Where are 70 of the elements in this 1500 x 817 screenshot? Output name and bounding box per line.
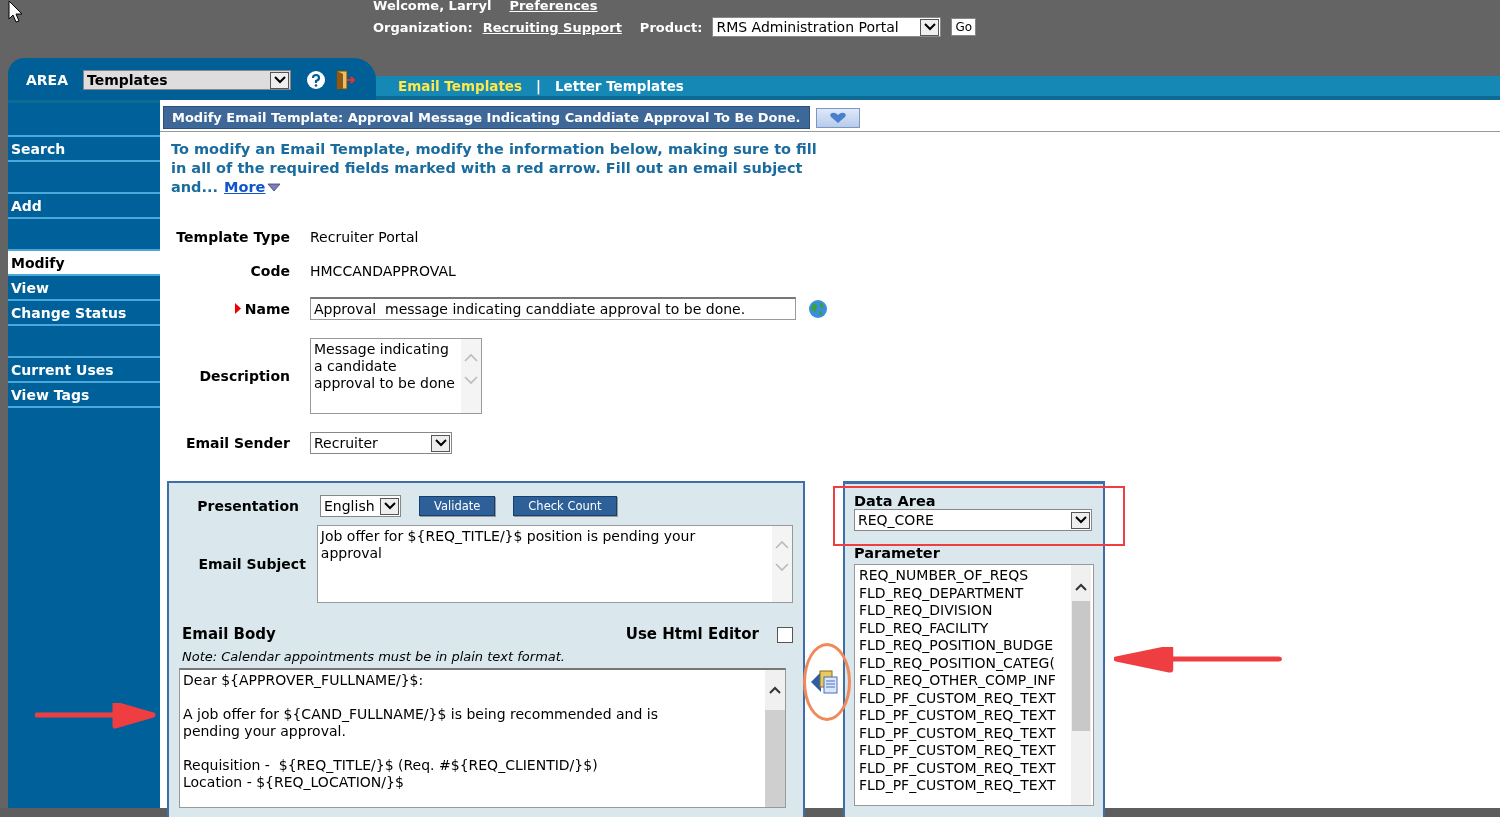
body-field[interactable]: Dear ${APPROVER_FULLNAME/}$: A job offer for ${CAND_FULLNAME/}$ is being recommended and is pending your approval. Requisition - ${REQ_TITLE/}$ (Req. #${REQ_CLIENTID/}$) Location - ${REQ_LOCATION/}$: [179, 668, 786, 808]
dropdown-button[interactable]: [380, 497, 399, 515]
more-link[interactable]: More: [224, 179, 266, 195]
scroll-up-icon[interactable]: [769, 686, 781, 694]
sender-select[interactable]: Recruiter: [310, 432, 452, 454]
nav-tab[interactable]: Letter Templates: [555, 78, 684, 94]
product-select[interactable]: RMS Administration Portal: [712, 17, 942, 37]
scrollbar-thumb[interactable]: [1072, 601, 1090, 731]
parameter-item[interactable]: FLD_REQ_FACILITY: [859, 619, 1071, 637]
field-value: HMCCANDAPPROVAL: [310, 263, 456, 279]
organization-link[interactable]: Recruiting Support: [482, 19, 622, 35]
presentation-select[interactable]: English: [320, 495, 401, 517]
chevron-down-icon: [923, 23, 936, 31]
help-icon[interactable]: [307, 71, 325, 89]
format-note: Note: Calendar appointments must be in plain text format.: [182, 649, 566, 664]
intro-text: To modify an Email Template, modify the information below, making sure to fill in all of the required fields marked with a red arrow. Fill out an email subject and... More: [171, 140, 818, 197]
dropdown-button[interactable]: [270, 71, 289, 89]
parameter-item[interactable]: FLD_PF_CUSTOM_REQ_TEXT: [859, 777, 1071, 795]
presentation-label: Presentation: [196, 498, 299, 514]
exit-door-icon[interactable]: [335, 70, 355, 90]
dropdown-button[interactable]: [920, 18, 940, 36]
data-area-select[interactable]: REQ_CORE: [854, 509, 1092, 531]
field-value: Recruiter Portal: [310, 229, 419, 245]
field-label: Code: [250, 263, 290, 279]
parameter-item[interactable]: REQ_NUMBER_OF_REQS: [859, 567, 1071, 585]
nav-separator: |: [536, 78, 541, 94]
scroll-up-icon[interactable]: [1075, 583, 1087, 591]
subject-label: Email Subject: [197, 556, 306, 572]
spell-check-button[interactable]: [815, 107, 860, 128]
html-editor-checkbox[interactable]: [777, 626, 793, 643]
welcome-text: Welcome, Larryl: [373, 0, 492, 13]
triangle-down-icon[interactable]: [267, 183, 282, 192]
chevron-down-icon: [434, 439, 447, 447]
parameter-item[interactable]: FLD_REQ_POSITION_BUDGE: [859, 637, 1071, 655]
chevron-down-icon: [383, 502, 396, 510]
preferences-link[interactable]: Preferences: [509, 0, 598, 13]
field-label: Name: [244, 300, 290, 317]
field-label: Template Type: [176, 229, 290, 245]
cursor-icon: [8, 0, 24, 24]
globe-icon[interactable]: [808, 298, 828, 319]
field-label: Description: [199, 368, 290, 384]
parameter-item[interactable]: FLD_PF_CUSTOM_REQ_TEXT: [859, 759, 1071, 777]
field-label: Email Sender: [185, 435, 290, 451]
name-field[interactable]: Approval message indicating canddiate approval to be done.: [310, 297, 796, 320]
data-area-label: Data Area: [854, 493, 937, 509]
parameter-item[interactable]: FLD_PF_CUSTOM_REQ_TEXT: [859, 742, 1071, 760]
parameter-item[interactable]: FLD_REQ_POSITION_CATEG(: [859, 654, 1071, 672]
body-label: Email Body: [182, 625, 276, 643]
go-button[interactable]: Go: [951, 18, 977, 36]
organization-label: Organization:: [373, 19, 473, 35]
parameter-item[interactable]: FLD_REQ_DIVISION: [859, 602, 1071, 620]
parameter-item[interactable]: FLD_REQ_OTHER_COMP_INF: [859, 672, 1071, 690]
action-button[interactable]: Validate: [419, 496, 496, 516]
chevron-down-icon: [273, 76, 286, 84]
product-label: Product:: [639, 19, 703, 35]
parameter-item[interactable]: FLD_PF_CUSTOM_REQ_TEXT: [859, 707, 1071, 725]
dropdown-button[interactable]: [431, 434, 450, 452]
action-button[interactable]: Check Count: [513, 496, 617, 516]
parameter-item[interactable]: FLD_PF_CUSTOM_REQ_TEXT: [859, 689, 1071, 707]
area-select[interactable]: Templates: [83, 70, 291, 90]
html-editor-label: Use Html Editor: [625, 625, 759, 643]
sidebar-item[interactable]: Modify: [8, 251, 160, 276]
dropdown-button[interactable]: [1071, 511, 1090, 529]
page-title: Modify Email Template: Approval Message Indicating Canddiate Approval To Be Done.: [163, 106, 810, 129]
area-label: AREA: [26, 72, 68, 88]
parameter-label: Parameter: [854, 545, 941, 561]
parameter-item[interactable]: FLD_REQ_DEPARTMENT: [859, 584, 1071, 602]
parameter-item[interactable]: FLD_PF_CUSTOM_REQ_TEXT: [859, 724, 1071, 742]
chevron-down-icon: [1074, 516, 1087, 524]
heart-check-icon: [827, 111, 848, 124]
